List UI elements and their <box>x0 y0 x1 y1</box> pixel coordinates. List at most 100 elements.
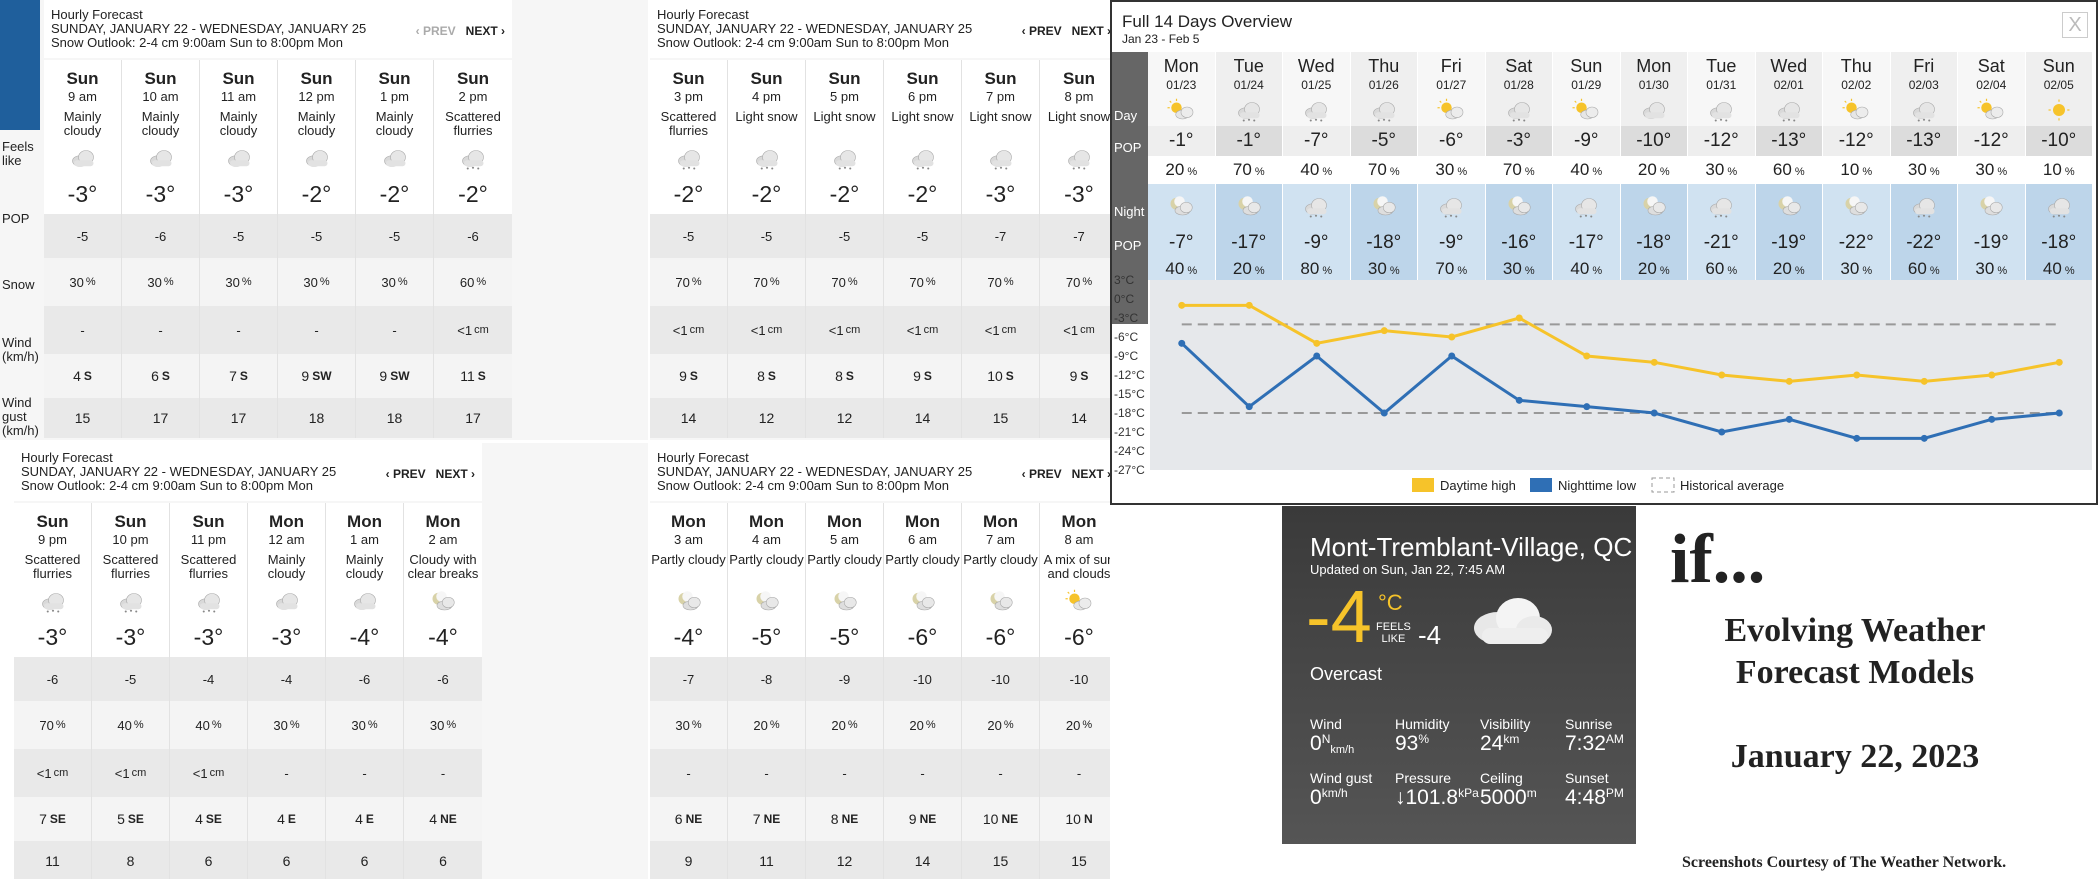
next-button[interactable]: NEXT › <box>466 24 505 38</box>
day-pop-unit: % <box>1727 166 1738 178</box>
next-button[interactable]: NEXT › <box>1072 467 1110 481</box>
wind-gust-cell: 15 <box>962 398 1039 438</box>
moon-cloud-icon <box>1350 184 1417 228</box>
pop-value: 20 <box>831 717 846 733</box>
panel-title: Hourly Forecast <box>51 7 143 22</box>
wind-speed: 11 <box>460 368 475 384</box>
snow-cell: - <box>44 306 121 354</box>
day-name: Wed <box>1297 56 1335 76</box>
daytime-high-point <box>1650 358 1658 366</box>
hour-column: Mon 8 am A mix of sun and clouds -6° -10… <box>1040 503 1110 879</box>
wind-direction: SE <box>49 812 66 826</box>
pop-night-label: POP <box>1114 238 1142 253</box>
hourly-panel: Hourly Forecast SUNDAY, JANUARY 22 - WED… <box>14 443 648 879</box>
hour-condition: Light snow <box>735 109 798 124</box>
pop-value: 30 <box>303 274 318 290</box>
pop-unit: % <box>691 276 702 288</box>
day-name: Fri <box>1440 56 1462 76</box>
feels-label-1: FEELS <box>1376 621 1411 633</box>
feels-like-value: -6 <box>467 228 479 244</box>
hour-column: Sun 2 pm Scattered flurries -2° -6 60% <… <box>434 60 512 438</box>
pop-value: 70 <box>753 274 768 290</box>
pager: ‹ PREV NEXT › <box>1022 24 1110 38</box>
wind-gust-cell: 18 <box>278 398 355 438</box>
accent-bar <box>0 0 40 130</box>
close-button[interactable]: X <box>2062 12 2088 38</box>
snow-cell: <1 cm <box>92 749 169 797</box>
hour-time: 10 pm <box>112 532 149 547</box>
hour-temperature: -2° <box>829 180 860 207</box>
wind-speed: 9 <box>913 368 921 384</box>
snow-cell: <1 cm <box>962 306 1039 354</box>
stat-label: Wind gust <box>1310 770 1373 786</box>
wind-gust-cell: 14 <box>1040 398 1110 438</box>
stat-sunrise: Sunrise 7:32AM <box>1565 716 1624 756</box>
title-if: if... <box>1670 521 1766 598</box>
feels-like-cell: -6 <box>14 657 91 701</box>
hour-time: 1 pm <box>380 89 409 104</box>
pop-value: 20 <box>909 717 924 733</box>
snow-cell: <1 cm <box>650 306 727 354</box>
current-condition: Overcast <box>1310 664 1383 684</box>
next-button[interactable]: NEXT › <box>1072 24 1110 38</box>
hour-day: Sun <box>1062 69 1096 88</box>
nighttime-low-point <box>1515 396 1523 404</box>
snow-value: <1 <box>750 322 766 338</box>
wind-direction: NE <box>440 812 457 826</box>
snow-unit: cm <box>845 324 861 336</box>
pop-value: 70 <box>39 717 54 733</box>
stat-sunset: Sunset 4:48PM <box>1565 770 1624 810</box>
night-low: -7° <box>1148 228 1215 258</box>
hour-day: Sun <box>300 69 333 88</box>
wind-gust-cell: 8 <box>92 841 169 879</box>
y-tick-label: -24°C <box>1114 444 1145 458</box>
pop-value: 40 <box>195 717 210 733</box>
hour-column: Sun 8 pm Light snow -3° -7 70% <1 cm 9S 1… <box>1040 60 1110 438</box>
prev-button[interactable]: ‹ PREV <box>1022 467 1062 481</box>
hour-condition: Cloudy with clear breaks <box>407 552 479 581</box>
prev-button[interactable]: ‹ PREV <box>1022 24 1062 38</box>
pop-value: 70 <box>1065 274 1081 290</box>
day-high: -1° <box>1148 126 1215 156</box>
feels-like-value: -6 <box>358 671 371 687</box>
hour-temperature: -2° <box>673 180 704 207</box>
hour-day: Sun <box>114 512 147 531</box>
feels-like-cell: -6 <box>404 657 482 701</box>
overview-day-column: Sat 02/04 -12° 30% -19° 30% <box>1958 52 2026 280</box>
next-button[interactable]: NEXT › <box>436 467 475 481</box>
wind-cell: 8 NE <box>806 797 883 841</box>
hour-time: 8 pm <box>1064 89 1094 104</box>
pop-cell: 40% <box>92 701 169 749</box>
day-header: Sat 01/28 <box>1485 52 1552 126</box>
day-pop-unit: % <box>1929 166 1940 178</box>
night-low: -9° <box>1418 228 1485 258</box>
snow-value: <1 <box>1063 322 1079 338</box>
stat-label: Wind <box>1310 716 1342 732</box>
wind-gust-value: 6 <box>439 853 447 869</box>
snow-icon <box>458 142 488 174</box>
night-low: -17° <box>1553 228 1620 258</box>
cloud-icon <box>380 142 410 174</box>
hour-temperature: -3° <box>193 623 224 650</box>
snow-cell: <1 cm <box>1040 306 1110 354</box>
day-pop-unit: % <box>1862 166 1873 178</box>
pop-cell: 70% <box>806 258 883 306</box>
feels-like-cell: -6 <box>326 657 403 701</box>
wind-direction: S <box>767 369 776 383</box>
prev-button[interactable]: ‹ PREV <box>416 24 456 38</box>
snow-icon <box>194 585 224 617</box>
cloud-icon <box>350 585 380 617</box>
wind-speed: 4 <box>429 811 438 827</box>
prev-button[interactable]: ‹ PREV <box>386 467 426 481</box>
moon-cloud-icon <box>830 585 860 617</box>
feels-like-cell: -7 <box>1040 214 1110 258</box>
day-high: -7° <box>1283 126 1350 156</box>
day-high: -1° <box>1215 126 1282 156</box>
snow-cell: - <box>728 749 805 797</box>
wind-gust-cell: 9 <box>650 841 727 879</box>
hour-time: 9 am <box>68 89 97 104</box>
stat-unit: % <box>1418 732 1430 746</box>
daytime-high-point <box>1718 371 1726 379</box>
day-date: 01/31 <box>1706 78 1737 92</box>
wind-gust-value: 11 <box>45 853 60 869</box>
